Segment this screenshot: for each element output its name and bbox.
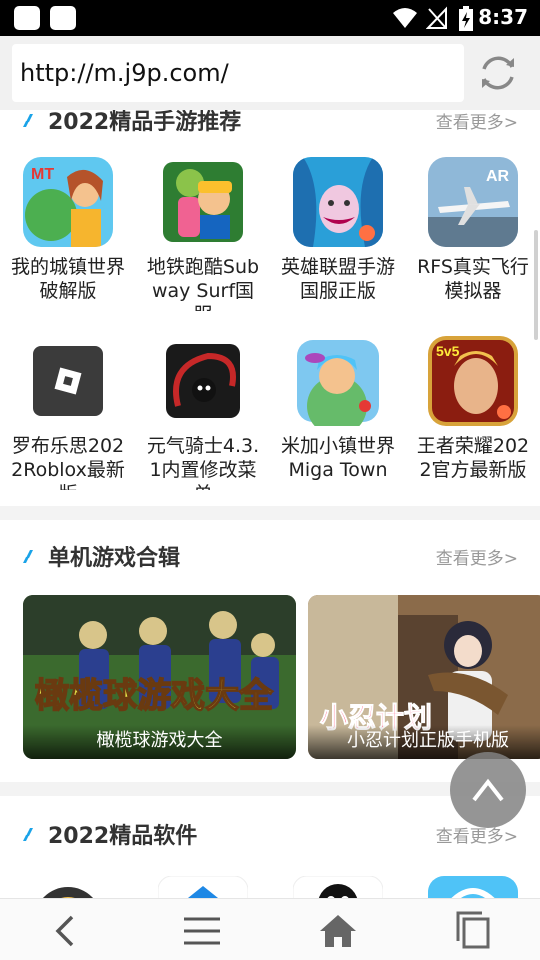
app-item-subway-surf[interactable]: 地铁跑酷Subway Surf国服 bbox=[143, 157, 263, 311]
lol-wild-rift-icon bbox=[293, 157, 383, 247]
software-icon-2[interactable] bbox=[158, 876, 248, 898]
app-name: 罗布乐思2022Roblox最新版 bbox=[11, 435, 125, 490]
menu-icon[interactable] bbox=[180, 909, 224, 953]
home-icon[interactable] bbox=[316, 909, 360, 953]
app-name: 米加小镇世界Miga Town bbox=[280, 435, 395, 481]
section-mark-icon bbox=[23, 828, 33, 841]
banner-shinobi-plan[interactable]: 小忍计划 小忍计划正版手机版 bbox=[308, 595, 540, 759]
app-item-roblox[interactable]: 罗布乐思2022Roblox最新版 bbox=[8, 336, 128, 490]
section-title: 单机游戏合辑 bbox=[48, 546, 181, 571]
honor-of-kings-icon: 5v5 bbox=[428, 336, 518, 426]
software-icon-1[interactable] bbox=[23, 876, 113, 898]
app-name: 英雄联盟手游国服正版 bbox=[280, 256, 395, 302]
miga-town-icon bbox=[293, 336, 383, 426]
svg-text:AR: AR bbox=[486, 168, 510, 185]
app-item-lol-mobile[interactable]: 英雄联盟手游国服正版 bbox=[278, 157, 398, 311]
notification-icon bbox=[50, 6, 76, 30]
refresh-icon[interactable] bbox=[476, 51, 520, 95]
clock: 8:37 bbox=[478, 5, 528, 29]
svg-text:MT: MT bbox=[31, 166, 54, 183]
football-banner-overlay-text: 橄榄球游戏大全 bbox=[35, 676, 274, 716]
app-name: 地铁跑酷Subway Surf国服 bbox=[146, 256, 260, 311]
app-item-rfs[interactable]: AR RFS真实飞行模拟器 bbox=[413, 157, 533, 311]
section-mark-icon bbox=[23, 114, 33, 127]
software-icon-4[interactable] bbox=[428, 876, 518, 898]
banner-caption: 橄榄球游戏大全 bbox=[23, 725, 296, 759]
see-more-link[interactable]: 查看更多> bbox=[436, 110, 518, 133]
app-name: RFS真实飞行模拟器 bbox=[417, 256, 529, 302]
section-header-mobile-games: 2022精品手游推荐 查看更多> bbox=[0, 110, 540, 140]
app-item-honor-of-kings[interactable]: 5v5 王者荣耀2022官方最新版 bbox=[413, 336, 533, 490]
status-bar: 8:37 bbox=[0, 0, 540, 36]
subway-surfers-icon bbox=[158, 157, 248, 247]
app-name: 王者荣耀2022官方最新版 bbox=[416, 435, 530, 481]
back-arrow-icon[interactable] bbox=[44, 909, 88, 953]
app-item-my-town[interactable]: MT 我的城镇世界破解版 bbox=[8, 157, 128, 311]
notification-icon bbox=[14, 6, 40, 30]
section-divider bbox=[0, 506, 540, 520]
scrollbar[interactable] bbox=[534, 230, 538, 340]
url-input[interactable]: http://m.j9p.com/ bbox=[12, 44, 464, 102]
app-name: 元气骑士4.3.1内置修改菜单 bbox=[146, 435, 260, 490]
section-header-single-games: 单机游戏合辑 查看更多> bbox=[0, 536, 540, 576]
rfs-flight-icon: AR bbox=[428, 157, 518, 247]
soul-knight-icon bbox=[158, 336, 248, 426]
wifi-icon bbox=[393, 8, 417, 28]
no-signal-icon bbox=[426, 6, 447, 29]
battery-charging-icon bbox=[459, 6, 473, 31]
software-icon-3[interactable] bbox=[293, 876, 383, 898]
scroll-to-top-button[interactable] bbox=[450, 752, 526, 828]
app-item-miga-town[interactable]: 米加小镇世界Miga Town bbox=[278, 336, 398, 490]
banner-football-games[interactable]: 橄榄球游戏大全 橄榄球游戏大全 bbox=[23, 595, 296, 759]
app-item-soul-knight[interactable]: 元气骑士4.3.1内置修改菜单 bbox=[143, 336, 263, 490]
app-name: 我的城镇世界破解版 bbox=[10, 256, 125, 302]
see-more-link[interactable]: 查看更多> bbox=[436, 544, 518, 569]
section-title: 2022精品手游推荐 bbox=[48, 110, 242, 135]
browser-bottom-nav bbox=[0, 898, 540, 960]
my-town-icon: MT bbox=[23, 157, 113, 247]
browser-toolbar: http://m.j9p.com/ bbox=[0, 36, 540, 110]
chevron-up-icon bbox=[472, 778, 504, 802]
section-title: 2022精品软件 bbox=[48, 824, 198, 849]
roblox-icon bbox=[23, 336, 113, 426]
tabs-icon[interactable] bbox=[452, 909, 496, 953]
section-mark-icon bbox=[23, 550, 33, 563]
svg-text:5v5: 5v5 bbox=[436, 343, 460, 359]
